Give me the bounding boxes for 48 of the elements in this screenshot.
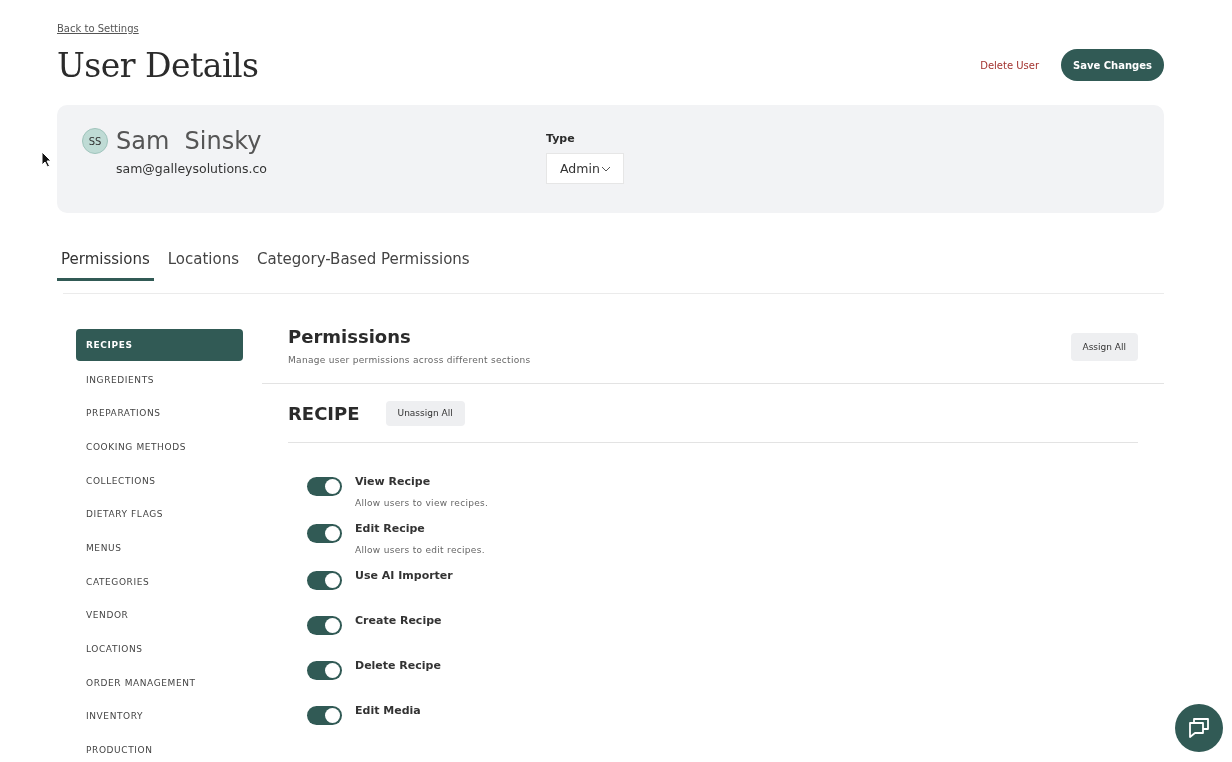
chevron-down-icon [600, 165, 611, 172]
toggle-switch[interactable] [307, 477, 342, 496]
unassign-all-button[interactable]: Unassign All [385, 400, 465, 426]
sidebar-item[interactable]: INVENTORY [76, 699, 243, 734]
toggle-switch[interactable] [307, 706, 342, 725]
permission-label: View Recipe [355, 475, 432, 488]
permission-label: Create Recipe [355, 614, 442, 627]
permission-label: Use AI Importer [355, 569, 453, 582]
sidebar-item[interactable]: CATEGORIES [76, 564, 243, 599]
permission-label: Delete Recipe [355, 659, 441, 672]
panel-title: Permissions [288, 326, 412, 347]
assign-all-button[interactable]: Assign All [1070, 333, 1138, 361]
sidebar-item[interactable]: RECIPES [76, 329, 243, 361]
permission-description: Allow users to view recipes. [355, 498, 489, 508]
sidebar-item[interactable]: COLLECTIONS [76, 463, 243, 498]
tab[interactable]: Locations [163, 246, 243, 281]
page-title: User Details [57, 46, 259, 85]
sidebar-item[interactable]: DIETARY FLAGS [76, 497, 243, 532]
save-changes-button[interactable]: Save Changes [1061, 49, 1164, 81]
toggle-switch[interactable] [307, 571, 342, 590]
permission-description: Allow users to edit recipes. [355, 545, 485, 555]
sidebar-item[interactable]: ORDER MANAGEMENT [76, 665, 243, 700]
panel-subtitle: Manage user permissions across different sections [288, 355, 531, 365]
toggle-switch[interactable] [307, 524, 342, 543]
toggle-switch[interactable] [307, 661, 342, 680]
user-name: Sam Sinsky [116, 127, 262, 155]
sidebar-item[interactable]: INGREDIENTS [76, 362, 243, 397]
section-title: RECIPE [288, 402, 360, 424]
sidebar-item[interactable]: PREPARATIONS [76, 396, 243, 431]
sidebar-item[interactable]: PRODUCTION [76, 733, 243, 762]
sidebar-item[interactable]: MENUS [76, 531, 243, 565]
tab[interactable]: Category-Based Permissions [253, 246, 474, 281]
sidebar-item[interactable]: COOKING METHODS [76, 430, 243, 464]
type-label: Type [546, 132, 576, 145]
permission-label: Edit Media [355, 704, 421, 717]
sidebar-item[interactable]: LOCATIONS [76, 632, 243, 666]
toggle-switch[interactable] [307, 616, 342, 635]
permission-label: Edit Recipe [355, 522, 426, 535]
delete-user-button[interactable]: Delete User [980, 59, 1040, 71]
type-dropdown[interactable]: Admin [546, 153, 624, 184]
tab[interactable]: Permissions [57, 246, 154, 281]
sidebar-item[interactable]: VENDOR [76, 598, 243, 633]
chat-bubbles-icon [1186, 715, 1212, 741]
user-email: sam@galleysolutions.co [116, 161, 268, 176]
mouse-pointer-icon [41, 151, 52, 168]
avatar: SS [82, 128, 108, 154]
back-link[interactable]: Back to Settings [57, 23, 139, 34]
chat-button[interactable] [1175, 704, 1223, 752]
